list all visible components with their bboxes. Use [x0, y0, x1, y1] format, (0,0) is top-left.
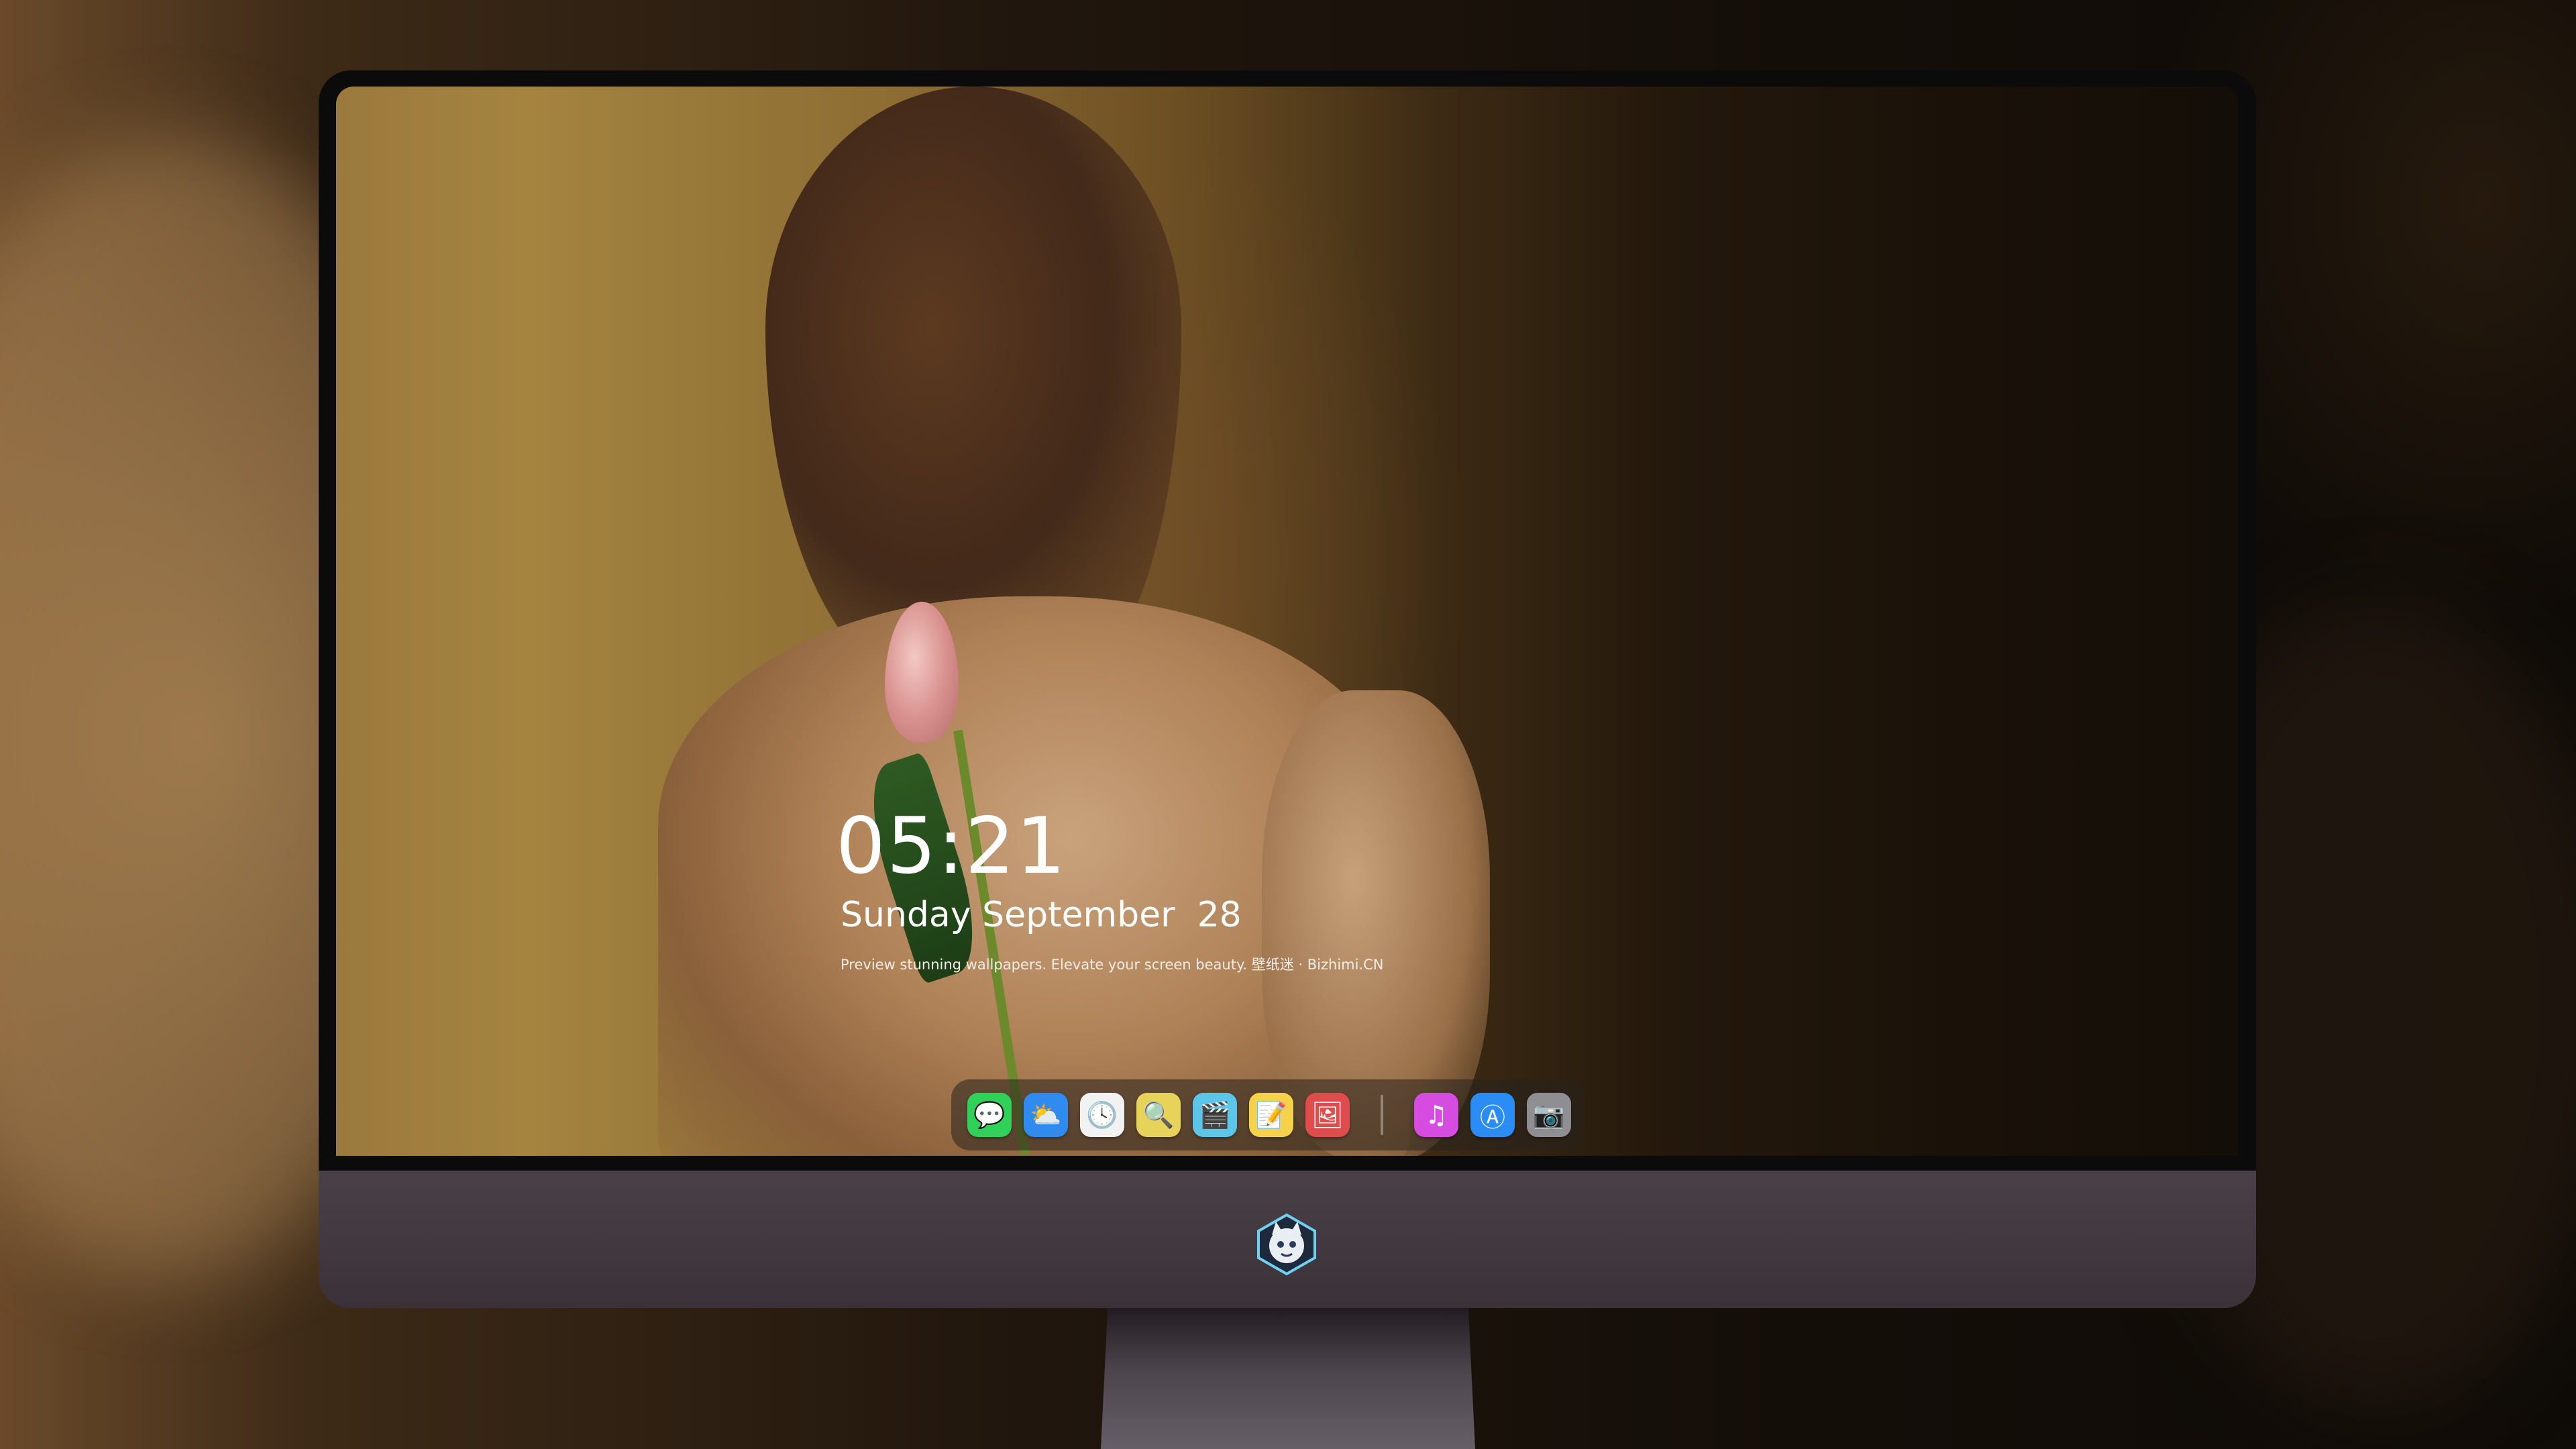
dock: 💬 ⛅ 🕓 🔍 🎬 📝 🖼 ♫ Ⓐ 📷	[951, 1079, 1585, 1150]
weather-icon[interactable]: ⛅	[1024, 1093, 1068, 1137]
music-icon[interactable]: ♫	[1414, 1093, 1458, 1137]
preview-icon[interactable]: 🔍	[1136, 1093, 1181, 1137]
app-store-icon[interactable]: Ⓐ	[1470, 1093, 1515, 1137]
screen-bezel: 05:21 Sunday September 28 Preview stunni…	[319, 70, 2256, 1171]
lock-clock: 05:21	[836, 801, 1067, 892]
photo-booth-icon[interactable]: 🖼	[1305, 1093, 1350, 1137]
camera-icon[interactable]: 📷	[1527, 1093, 1571, 1137]
backdrop: 05:21 Sunday September 28 Preview stunni…	[0, 0, 2576, 1449]
dock-separator	[1381, 1095, 1383, 1135]
stand-neck	[1100, 1308, 1476, 1449]
wallpaper-tagline: Preview stunning wallpapers. Elevate you…	[841, 957, 1384, 973]
lock-date: Sunday September 28	[841, 895, 1242, 935]
monitor-stand	[1080, 1308, 1496, 1449]
notes-icon[interactable]: 📝	[1249, 1093, 1293, 1137]
clock-icon[interactable]: 🕓	[1080, 1093, 1124, 1137]
messages-icon[interactable]: 💬	[967, 1093, 1012, 1137]
imac-monitor: 05:21 Sunday September 28 Preview stunni…	[319, 70, 2256, 1449]
monitor-chin	[319, 1171, 2256, 1308]
bizhimi-mascot-logo-icon	[1257, 1213, 1316, 1276]
lock-screen: 05:21 Sunday September 28 Preview stunni…	[336, 87, 2239, 1156]
clips-icon[interactable]: 🎬	[1193, 1093, 1237, 1137]
